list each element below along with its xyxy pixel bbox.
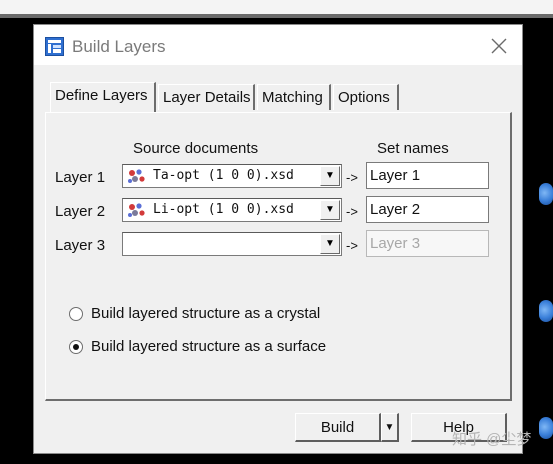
build-button[interactable]: Build [295, 413, 381, 442]
dropdown-arrow-icon[interactable]: ▼ [320, 234, 340, 254]
layer-2-source-value: Li-opt (1 0 0).xsd [153, 202, 294, 217]
close-icon[interactable] [487, 34, 511, 58]
radio-selected-dot [73, 344, 79, 350]
background-strip [0, 0, 553, 14]
layer-2-label: Layer 2 [55, 203, 106, 220]
structure-document-icon [128, 203, 145, 217]
tab-label: Matching [262, 89, 323, 106]
layer-3-set-name-input[interactable]: Layer 3 [366, 230, 489, 257]
structure-document-icon [128, 169, 145, 183]
mapping-arrow: -> [346, 204, 358, 219]
layer-1-source-value: Ta-opt (1 0 0).xsd [153, 168, 294, 183]
build-layers-dialog: Build Layers Define Layers Layer Details… [33, 24, 523, 454]
radio-crystal[interactable] [69, 307, 83, 321]
tab-label: Define Layers [55, 87, 148, 104]
tab-layer-details[interactable]: Layer Details [158, 84, 255, 110]
radio-crystal-label[interactable]: Build layered structure as a crystal [91, 305, 320, 322]
dialog-client-area: Define Layers Layer Details Matching Opt… [34, 65, 522, 453]
define-layers-panel: Source documents Set names Layer 1 Ta-op… [45, 112, 512, 401]
title-bar: Build Layers [34, 25, 522, 65]
mapping-arrow: -> [346, 170, 358, 185]
radio-surface-label[interactable]: Build layered structure as a surface [91, 338, 326, 355]
layer-3-source-select[interactable]: ▼ [122, 232, 342, 256]
tab-label: Options [338, 89, 390, 106]
layer-2-source-select[interactable]: Li-opt (1 0 0).xsd ▼ [122, 198, 342, 222]
tab-matching[interactable]: Matching [257, 84, 331, 110]
dialog-title: Build Layers [72, 37, 166, 56]
layer-2-set-name-input[interactable]: Layer 2 [366, 196, 489, 223]
atom-sphere-decoration [539, 300, 553, 322]
tab-label: Layer Details [163, 89, 251, 106]
dropdown-arrow-icon[interactable]: ▼ [320, 166, 340, 186]
layer-1-label: Layer 1 [55, 169, 106, 186]
dropdown-arrow-icon[interactable]: ▼ [320, 200, 340, 220]
radio-surface[interactable] [69, 340, 83, 354]
watermark-text: 知乎 @尘梦 [452, 431, 532, 448]
source-documents-header: Source documents [133, 140, 259, 157]
tab-define-layers[interactable]: Define Layers [50, 82, 156, 112]
mapping-arrow: -> [346, 238, 358, 253]
build-dropdown-button[interactable]: ▼ [381, 413, 399, 442]
layer-1-set-name-input[interactable]: Layer 1 [366, 162, 489, 189]
tab-options[interactable]: Options [333, 84, 399, 110]
background-divider [0, 14, 553, 18]
atom-sphere-decoration [539, 417, 553, 439]
layer-1-source-select[interactable]: Ta-opt (1 0 0).xsd ▼ [122, 164, 342, 188]
layer-3-label: Layer 3 [55, 237, 106, 254]
atom-sphere-decoration [539, 183, 553, 205]
build-layers-icon [45, 37, 64, 56]
set-names-header: Set names [377, 140, 449, 157]
